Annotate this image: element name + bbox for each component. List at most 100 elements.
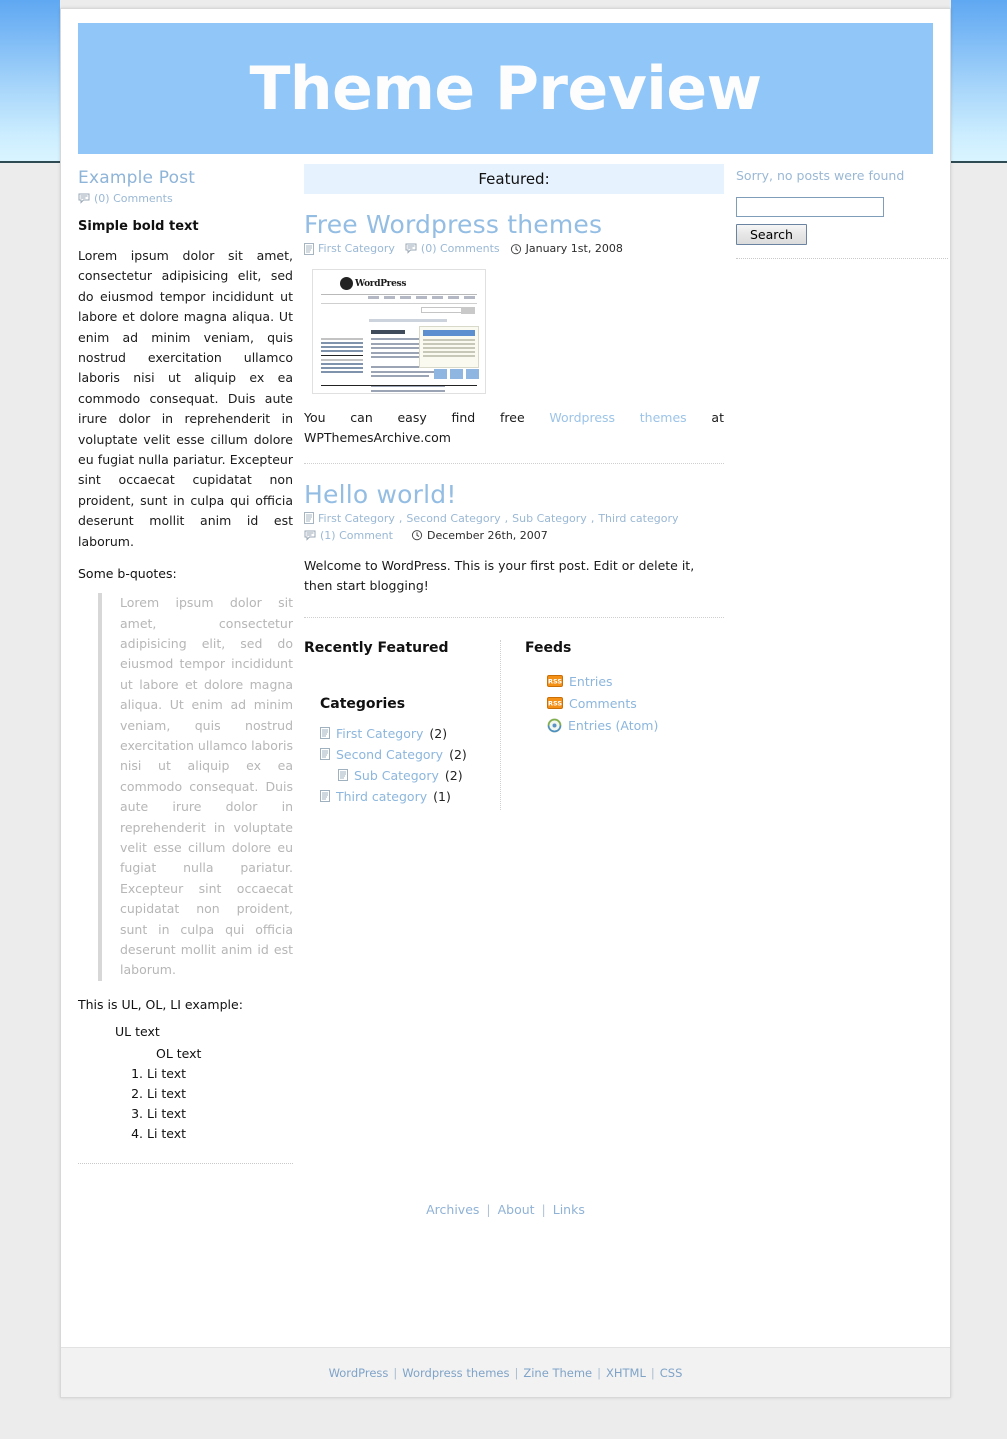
post-category-link[interactable]: Third category [598,512,678,525]
credit-link-wordpress[interactable]: WordPress [329,1366,389,1380]
credit-separator: | [393,1365,398,1380]
feed-list-item[interactable]: Entries (Atom) [547,718,724,733]
svg-text:RSS: RSS [548,700,562,708]
svg-text:RSS: RSS [548,678,562,686]
blockquote: Lorem ipsum dolor sit amet, consectetur … [98,593,293,981]
footer-link-about[interactable]: About [498,1202,535,1217]
footer-link-links[interactable]: Links [553,1202,585,1217]
category-count: (2) [444,767,463,783]
backdrop-gradient-right [951,0,1007,163]
category-icon [320,727,330,740]
thumb-bottom-rule [321,385,477,386]
thumb-badge-icons [434,369,479,379]
post-comments-link[interactable]: (0) Comments [421,242,500,255]
credit-link-css[interactable]: CSS [660,1366,683,1380]
recently-featured-heading: Recently Featured [304,639,449,656]
category-link[interactable]: Sub Category [354,768,439,783]
thumb-nav-items [368,296,475,299]
credits-bar: WordPress | Wordpress themes | Zine Them… [61,1347,950,1397]
rss-icon: RSS [547,675,563,688]
category-list-item[interactable]: Sub Category (2) [338,768,500,783]
comment-icon [304,530,316,541]
post-hello-world: Hello world! First Category, Second Cate… [304,464,724,618]
category-icon [320,790,330,803]
example-post-title[interactable]: Example Post [78,168,293,188]
site-header-banner: Theme Preview [78,23,933,154]
featured-bar-label: Featured: [478,170,550,188]
rss-icon: RSS [547,697,563,710]
left-sidebar: Example Post (0) Comments Simple bold te… [78,154,293,1164]
simple-bold-heading: Simple bold text [78,219,199,234]
category-list-item[interactable]: Third category (1) [320,789,500,804]
thumb-search-button [461,307,475,314]
category-link[interactable]: Third category [336,789,427,804]
ul-text-item: UL text [115,1023,160,1039]
comment-icon [405,243,417,254]
feeds-widget: Feeds RSS Entries RSS Comments Entries (… [500,639,724,810]
post-body-before: You can easy find free [304,410,550,425]
clock-icon [411,529,423,541]
post-title[interactable]: Hello world! [304,480,724,509]
category-link[interactable]: Second Category [336,747,443,762]
category-count: (2) [429,725,448,741]
credit-link-zine-theme[interactable]: Zine Theme [523,1366,592,1380]
ol-text-item: OL text [156,1045,202,1061]
post-date: December 26th, 2007 [426,528,548,542]
no-posts-message: Sorry, no posts were found [736,168,905,183]
feeds-heading: Feeds [525,639,572,656]
post-thumbnail-wrap: WordPress [312,269,724,394]
footer-link-archives[interactable]: Archives [426,1202,479,1217]
wordpress-screenshot-thumbnail[interactable]: WordPress [312,269,486,394]
post-category-link[interactable]: Second Category [406,512,500,525]
credit-link-xhtml[interactable]: XHTML [606,1366,646,1380]
category-icon [304,242,314,255]
blockquote-intro: Some b-quotes: [78,566,177,582]
post-comments-group: (1) Comment [304,529,393,542]
thumb-nav-rule [321,294,477,295]
categories-heading: Categories [320,695,406,712]
post-separator [304,616,724,618]
credit-separator: | [514,1365,519,1380]
post-free-wordpress-themes: Free Wordpress themes First Category (0)… [304,194,724,464]
left-column-separator [78,1162,293,1164]
post-category-link[interactable]: First Category [318,512,395,525]
category-list-item[interactable]: First Category (2) [320,726,500,741]
featured-bar: Featured: [304,164,724,194]
category-link[interactable]: First Category [336,726,423,741]
example-post-comments-link[interactable]: (0) Comments [94,192,173,205]
thumb-sidebar [321,336,363,375]
post-title[interactable]: Free Wordpress themes [304,210,724,239]
feed-list-item[interactable]: RSS Comments [547,696,724,711]
page-card: Theme Preview Example Post (0) Comments … [60,8,951,1398]
post-category-link[interactable]: First Category [318,242,395,255]
clock-icon [510,243,522,255]
comment-icon [78,193,90,204]
post-category-group: First Category [304,242,395,255]
list-item: Li text [147,1086,293,1101]
wordpress-themes-link[interactable]: Wordpress themes [549,410,686,425]
feed-link[interactable]: Entries (Atom) [568,718,658,733]
category-count: (2) [449,746,467,762]
footer-separator: | [486,1201,491,1217]
post-date-group: January 1st, 2008 [510,242,623,255]
category-icon [304,512,314,525]
credit-link-wordpress-themes[interactable]: Wordpress themes [402,1366,509,1380]
category-list-item[interactable]: Second Category (2) [320,747,500,762]
li-list: Li text Li text Li text Li text [125,1066,293,1141]
atom-icon [547,718,562,733]
feed-link[interactable]: Entries [569,674,613,689]
feed-list-item[interactable]: RSS Entries [547,674,724,689]
post-comments-link[interactable]: (1) Comment [320,529,393,542]
search-input[interactable] [736,197,884,217]
footer-nav: Archives | About | Links [61,1174,950,1217]
category-list: First Category (2) Second Category (2) S… [320,726,500,804]
credit-separator: | [650,1365,655,1380]
post-category-link[interactable]: Sub Category [512,512,587,525]
feed-link[interactable]: Comments [569,696,637,711]
recently-featured-widget: Recently Featured Categories First Categ… [304,640,500,810]
category-icon [338,769,348,782]
post-date-group: December 26th, 2007 [411,529,548,542]
thumb-nav-rule-2 [321,303,477,304]
search-button[interactable]: Search [736,224,807,245]
right-sidebar: Sorry, no posts were found Search [736,154,948,1164]
